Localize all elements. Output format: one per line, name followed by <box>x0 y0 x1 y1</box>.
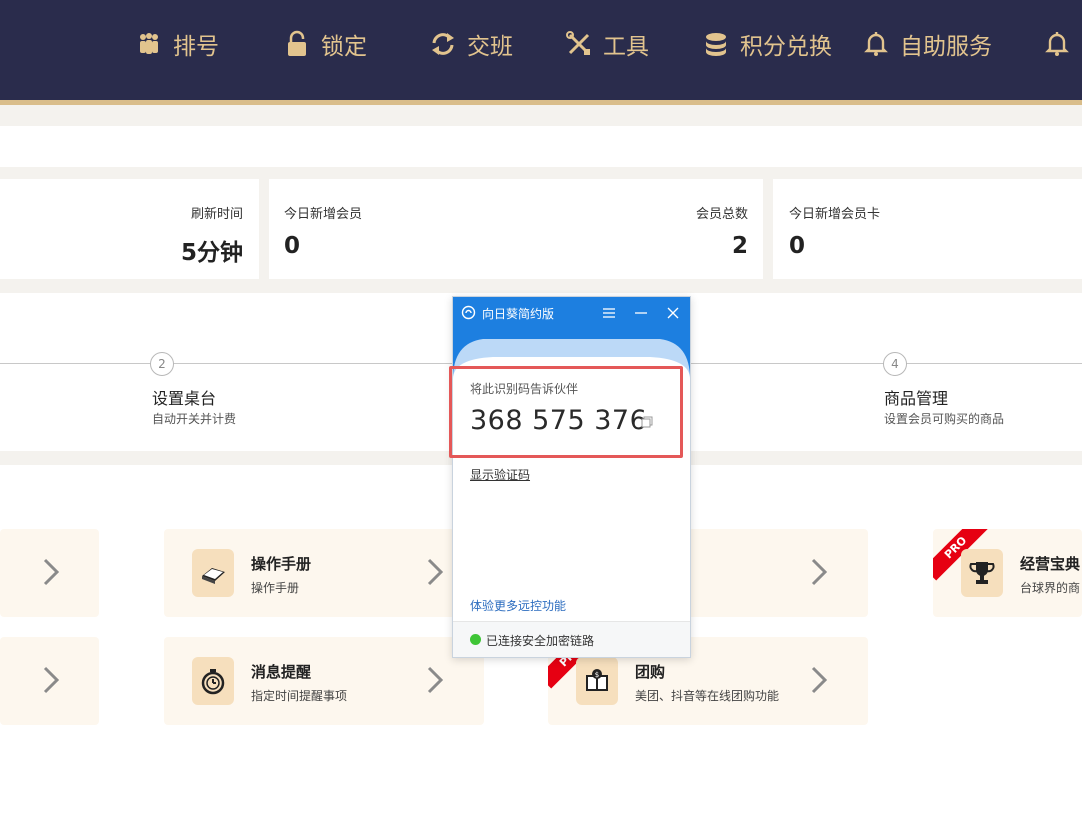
show-verification-code-link[interactable]: 显示验证码 <box>470 466 530 483</box>
feature-card-cut[interactable] <box>0 637 99 725</box>
remote-control-window: 向日葵简约版 将此识别码告诉伙伴 368 575 376 显示验证码 体验更多远… <box>452 296 691 658</box>
nav-label: 工具 <box>603 34 649 60</box>
feature-desc: 台球界的商 <box>1020 581 1081 595</box>
feature-title: 团购 <box>635 663 666 681</box>
trophy-icon <box>961 549 1003 597</box>
highlight-annotation-box <box>449 366 683 458</box>
nav-item-notifications[interactable] <box>1043 26 1081 62</box>
popup-titlebar[interactable]: 向日葵简约版 <box>453 297 690 329</box>
stat-value: 5分钟 <box>180 240 243 266</box>
menu-icon[interactable] <box>601 305 617 321</box>
close-icon[interactable] <box>665 305 681 321</box>
connection-status-bar: 已连接安全加密链路 <box>453 621 690 657</box>
chevron-right-icon <box>811 558 828 586</box>
connection-status-text: 已连接安全加密链路 <box>486 634 595 648</box>
feature-card-guide[interactable]: PRO 经营宝典 台球界的商 <box>933 529 1082 617</box>
step-number: 2 <box>150 352 174 376</box>
stat-label: 今日新增会员 <box>284 207 363 222</box>
svg-text:$: $ <box>595 671 599 679</box>
chevron-right-icon <box>811 666 828 694</box>
bell-icon <box>864 32 888 56</box>
nav-item-queue[interactable]: 排号 <box>135 26 219 62</box>
nav-item-tools[interactable]: 工具 <box>565 26 649 62</box>
nav-item-points-exchange[interactable]: 积分兑换 <box>702 26 832 62</box>
more-remote-features-link[interactable]: 体验更多远控功能 <box>470 597 566 614</box>
stat-value: 0 <box>789 233 806 259</box>
stat-card-refresh: 刷新时间 5分钟 <box>0 179 259 279</box>
feature-desc: 指定时间提醒事项 <box>251 689 348 703</box>
filter-strip <box>0 126 1082 167</box>
feature-card-cut[interactable] <box>0 529 99 617</box>
chevron-right-icon <box>427 666 444 694</box>
nav-label: 积分兑换 <box>740 34 832 60</box>
minimize-icon[interactable] <box>633 305 649 321</box>
status-dot-icon <box>470 634 481 645</box>
stat-card-members: 今日新增会员 0 会员总数 2 <box>269 179 763 279</box>
book-icon <box>192 549 234 597</box>
stopwatch-icon <box>192 657 234 705</box>
nav-item-shift[interactable]: 交班 <box>429 26 513 62</box>
feature-desc: 美团、抖音等在线团购功能 <box>635 689 780 703</box>
refresh-icon <box>432 33 454 55</box>
tools-icon <box>566 31 590 55</box>
people-icon <box>140 33 158 54</box>
feature-title: 消息提醒 <box>251 663 312 681</box>
bell-icon <box>1045 32 1069 56</box>
stat-value: 2 <box>731 233 748 259</box>
nav-label: 交班 <box>467 34 513 60</box>
step-desc: 设置会员可购买的商品 <box>884 412 1005 426</box>
chevron-right-icon <box>43 666 60 694</box>
step-number: 4 <box>883 352 907 376</box>
feature-card-reminder[interactable]: 消息提醒 指定时间提醒事项 <box>164 637 484 725</box>
nav-item-self-service[interactable]: 自助服务 <box>862 26 992 62</box>
chevron-right-icon <box>427 558 444 586</box>
coins-icon <box>706 33 726 56</box>
sunflower-logo-icon <box>461 305 476 320</box>
stat-label: 今日新增会员卡 <box>789 207 881 222</box>
feature-title: 操作手册 <box>251 555 312 573</box>
top-navigation-bar: 排号 锁定 交班 工具 积分兑换 自助服务 <box>0 0 1082 105</box>
nav-item-lock[interactable]: 锁定 <box>283 26 367 62</box>
stat-value: 0 <box>284 233 301 259</box>
stat-label: 会员总数 <box>695 207 748 222</box>
feature-desc: 操作手册 <box>251 581 300 595</box>
nav-label: 自助服务 <box>900 34 992 60</box>
feature-title: 经营宝典 <box>1020 555 1081 573</box>
step-title-tables[interactable]: 设置桌台 <box>152 385 216 409</box>
chevron-right-icon <box>43 558 60 586</box>
lock-icon <box>288 30 306 56</box>
popup-title: 向日葵简约版 <box>482 307 555 321</box>
stat-label: 刷新时间 <box>190 207 243 222</box>
step-desc: 自动开关并计费 <box>152 412 237 426</box>
nav-label: 锁定 <box>321 34 367 60</box>
feature-card-manual[interactable]: 操作手册 操作手册 <box>164 529 484 617</box>
coupon-book-icon: $ <box>576 657 618 705</box>
step-title-products[interactable]: 商品管理 <box>884 385 948 409</box>
stat-card-new-cards: 今日新增会员卡 0 <box>773 179 1082 279</box>
nav-label: 排号 <box>173 34 219 60</box>
